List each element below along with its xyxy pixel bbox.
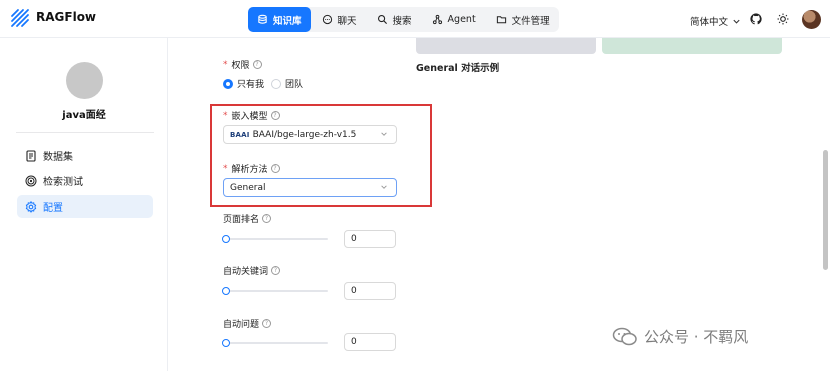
target-icon	[25, 175, 37, 186]
sidebar-item-label: 数据集	[43, 152, 73, 163]
sun-theme-icon[interactable]	[777, 13, 789, 25]
permission-label: * 权限 ?	[223, 58, 262, 71]
document-icon	[26, 149, 36, 162]
help-icon[interactable]: ?	[262, 214, 272, 223]
nav-item-search[interactable]: 搜索	[368, 7, 421, 32]
chevron-down-icon	[733, 19, 740, 24]
chat-bubble-icon	[322, 14, 332, 25]
parse-method-label: * 解析方法 ?	[223, 162, 280, 175]
field-label-text: 解析方法	[231, 165, 268, 175]
nav-item-knowledge-base[interactable]: 知识库	[248, 7, 311, 32]
nav-item-label: 文件管理	[511, 15, 550, 27]
auto-questions-slider[interactable]	[226, 342, 328, 344]
radio-empty-icon	[271, 78, 281, 89]
search-icon	[377, 15, 387, 25]
preview-title: General 对话示例	[416, 63, 500, 74]
github-icon[interactable]	[750, 13, 762, 25]
main-nav: 知识库 聊天 搜索 Agent 文件管理	[248, 7, 559, 32]
input-value: 0	[351, 286, 357, 296]
auto-keywords-label: 自动关键词 ?	[223, 264, 281, 277]
page-scrollbar[interactable]	[823, 150, 828, 270]
page-rank-label: 页面排名 ?	[223, 212, 272, 225]
page-rank-slider-handle[interactable]	[222, 235, 230, 243]
configuration-form: General 对话示例 * 权限 ? 只有我 团队 * 嵌入模型 ? BAAI…	[168, 38, 830, 371]
select-value: General	[230, 182, 266, 193]
auto-questions-label: 自动问题 ?	[223, 317, 272, 330]
sidebar-item-configuration[interactable]: 配置	[17, 195, 153, 218]
nav-item-agent[interactable]: Agent	[423, 7, 485, 32]
radio-selected-icon	[223, 78, 233, 89]
ragflow-logo-icon[interactable]	[10, 8, 30, 28]
radio-label: 只有我	[237, 80, 265, 90]
nav-item-label: 搜索	[392, 15, 412, 27]
help-icon[interactable]: ?	[270, 164, 280, 173]
wechat-logo-icon	[612, 327, 637, 345]
chevron-down-icon	[381, 132, 387, 136]
watermark: 公众号 · 不羁风	[612, 326, 748, 347]
field-label-text: 页面排名	[223, 215, 260, 225]
knowledge-base-avatar	[66, 62, 103, 99]
brand-name[interactable]: RAGFlow	[36, 10, 96, 24]
help-icon[interactable]: ?	[270, 111, 280, 120]
sidebar-item-label: 配置	[43, 203, 63, 214]
input-value: 0	[351, 337, 357, 347]
help-icon[interactable]: ?	[262, 319, 272, 328]
radio-label: 团队	[285, 80, 304, 90]
preview-image-card	[602, 38, 782, 54]
help-icon[interactable]: ?	[271, 266, 281, 275]
chevron-down-icon	[381, 185, 387, 189]
nav-item-label: 知识库	[273, 15, 302, 27]
auto-keywords-slider[interactable]	[226, 290, 328, 292]
sidebar-item-dataset[interactable]: 数据集	[17, 144, 153, 167]
nav-item-label: Agent	[447, 14, 476, 25]
nav-item-file-management[interactable]: 文件管理	[487, 7, 559, 32]
required-marker: *	[223, 110, 228, 121]
help-icon[interactable]: ?	[252, 60, 262, 69]
input-value: 0	[351, 234, 357, 244]
auto-questions-slider-handle[interactable]	[222, 339, 230, 347]
agent-graph-icon	[432, 14, 442, 25]
language-selector[interactable]: 简体中文	[690, 14, 741, 28]
permission-option-only-me[interactable]: 只有我	[223, 77, 264, 90]
required-marker: *	[223, 163, 228, 174]
field-label-text: 权限	[231, 61, 250, 71]
database-icon	[258, 14, 267, 24]
sidebar: java面经 数据集 检索测试 配置	[0, 38, 168, 371]
gear-icon	[25, 200, 37, 213]
sidebar-item-retrieval-test[interactable]: 检索测试	[17, 169, 153, 192]
field-label-text: 嵌入模型	[231, 112, 268, 122]
parse-method-select[interactable]: General	[223, 178, 397, 197]
folder-icon	[496, 16, 506, 24]
auto-keywords-slider-handle[interactable]	[222, 287, 230, 295]
auto-questions-input[interactable]: 0	[344, 333, 396, 351]
auto-keywords-input[interactable]: 0	[344, 282, 396, 300]
embedding-model-label: * 嵌入模型 ?	[223, 109, 280, 122]
language-label: 简体中文	[690, 17, 729, 28]
page-rank-slider[interactable]	[226, 238, 328, 240]
select-value: BAAI/bge-large-zh-v1.5	[252, 129, 357, 140]
user-avatar[interactable]	[802, 10, 821, 29]
watermark-text: 公众号 · 不羁风	[644, 328, 749, 346]
field-label-text: 自动关键词	[223, 267, 269, 277]
sidebar-item-label: 检索测试	[43, 177, 83, 188]
preview-image-card	[416, 38, 596, 54]
baai-logo: BAAI	[230, 130, 250, 139]
knowledge-base-name: java面经	[62, 110, 106, 121]
sidebar-divider	[16, 132, 154, 133]
field-label-text: 自动问题	[223, 320, 260, 330]
permission-option-team[interactable]: 团队	[271, 77, 303, 90]
embedding-model-select[interactable]: BAAI BAAI/bge-large-zh-v1.5	[223, 125, 397, 144]
top-navigation-bar: RAGFlow 知识库 聊天 搜索 Agent 文件管理 简体中文	[0, 0, 830, 38]
page-rank-input[interactable]: 0	[344, 230, 396, 248]
required-marker: *	[223, 59, 228, 70]
nav-item-chat[interactable]: 聊天	[313, 7, 366, 32]
nav-item-label: 聊天	[337, 15, 357, 27]
